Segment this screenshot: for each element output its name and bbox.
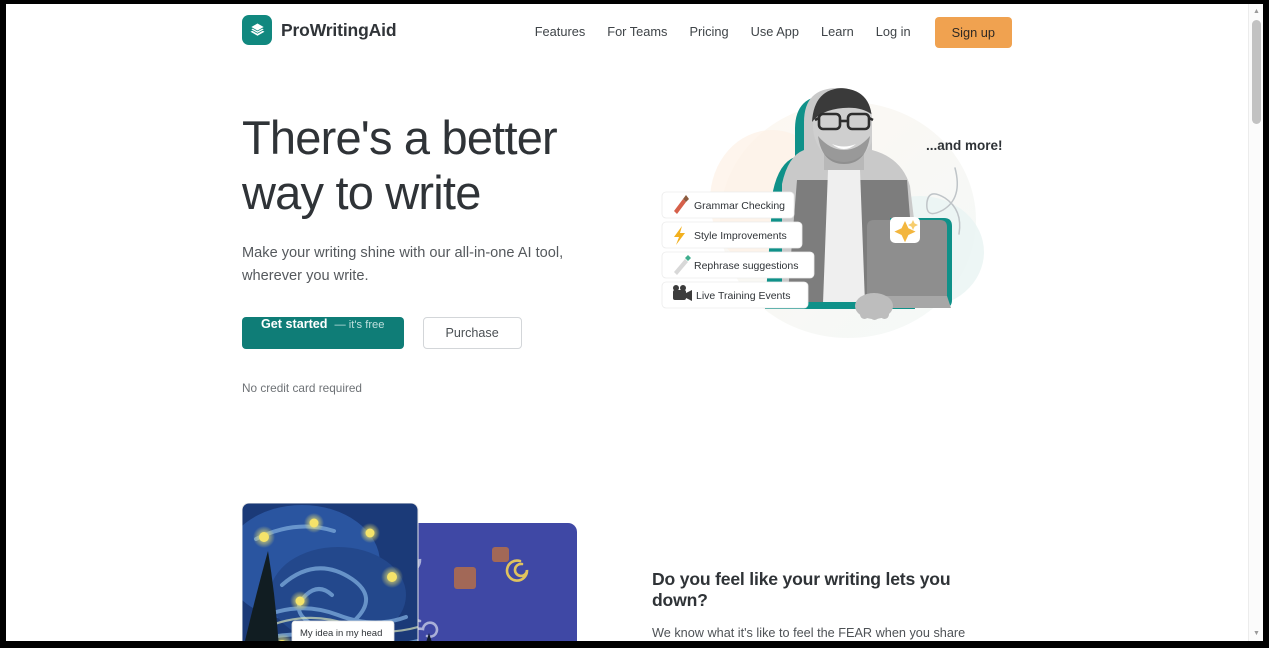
browser-window-frame: ProWritingAid Features For Teams Pricing…	[0, 0, 1269, 648]
idea-label-chip: My idea in my head	[291, 620, 395, 641]
svg-text:Live Training Events: Live Training Events	[696, 290, 791, 302]
nav-item-use-app[interactable]: Use App	[740, 4, 810, 60]
hero-inner: There's a better way to write Make your …	[242, 60, 1012, 480]
scrollbar-up-arrow[interactable]: ▲	[1249, 4, 1263, 19]
section-two-body: We know what it's like to feel the FEAR …	[652, 626, 966, 640]
section-two-title: Do you feel like your writing lets you d…	[652, 569, 951, 610]
feature-chip-live-training-events: Live Training Events	[661, 281, 809, 309]
nav-item-log-in[interactable]: Log in	[865, 4, 922, 60]
get-started-sublabel: — it's free	[334, 319, 385, 331]
vertical-scrollbar[interactable]: ▲ ▼	[1248, 4, 1263, 641]
svg-text:My idea in my head: My idea in my head	[300, 628, 382, 639]
get-started-label: Get started	[261, 317, 328, 331]
brand-name: ProWritingAid	[281, 19, 397, 40]
page-content: ProWritingAid Features For Teams Pricing…	[6, 4, 1248, 641]
nav-item-features[interactable]: Features	[524, 4, 597, 60]
scrollbar-thumb[interactable]	[1252, 20, 1261, 124]
svg-text:Grammar Checking: Grammar Checking	[694, 200, 785, 212]
main-navigation: Features For Teams Pricing Use App Learn…	[524, 4, 1012, 60]
nav-item-learn[interactable]: Learn	[810, 4, 865, 60]
and-more-label: ...and more!	[926, 138, 1003, 153]
page-canvas: ProWritingAid Features For Teams Pricing…	[6, 4, 1263, 641]
hero-section: There's a better way to write Make your …	[6, 60, 1248, 480]
brand-logo-link[interactable]: ProWritingAid	[242, 15, 397, 45]
sparkle-badge	[890, 217, 920, 243]
starry-night-comparison-visual: My idea in my head	[241, 502, 587, 641]
sign-up-button[interactable]: Sign up	[934, 16, 1012, 48]
hero-title: There's a better way to write	[242, 111, 558, 220]
hero-illustration: ...and more! Grammar Checking Style Impr…	[652, 70, 1012, 370]
header-inner: ProWritingAid Features For Teams Pricing…	[242, 4, 1012, 60]
section-two-copy: Do you feel like your writing lets you d…	[652, 569, 1000, 641]
svg-text:Style Improvements: Style Improvements	[694, 230, 787, 242]
feature-chip-rephrase-suggestions: Rephrase suggestions	[661, 251, 815, 279]
no-credit-card-note: No credit card required	[242, 381, 362, 395]
get-started-button[interactable]: Get started — it's free	[242, 317, 404, 349]
hero-copy: There's a better way to write Make your …	[242, 110, 587, 395]
stacked-pages-logo-icon	[242, 15, 272, 45]
scrollbar-down-arrow[interactable]: ▼	[1249, 626, 1263, 641]
starry-night-painting	[242, 503, 418, 641]
feature-chip-grammar-checking: Grammar Checking	[661, 191, 795, 219]
svg-text:Rephrase suggestions: Rephrase suggestions	[694, 260, 798, 272]
feature-chip-style-improvements: Style Improvements	[661, 221, 803, 249]
purchase-button[interactable]: Purchase	[422, 317, 522, 349]
writing-lets-you-down-section: My idea in my head Do you feel like your…	[6, 464, 1248, 641]
hero-cta-row: Get started — it's free Purchase	[242, 317, 587, 349]
hero-subtitle: Make your writing shine with our all-in-…	[242, 244, 564, 284]
nav-item-pricing[interactable]: Pricing	[678, 4, 739, 60]
nav-item-for-teams[interactable]: For Teams	[596, 4, 678, 60]
site-header: ProWritingAid Features For Teams Pricing…	[6, 4, 1248, 60]
